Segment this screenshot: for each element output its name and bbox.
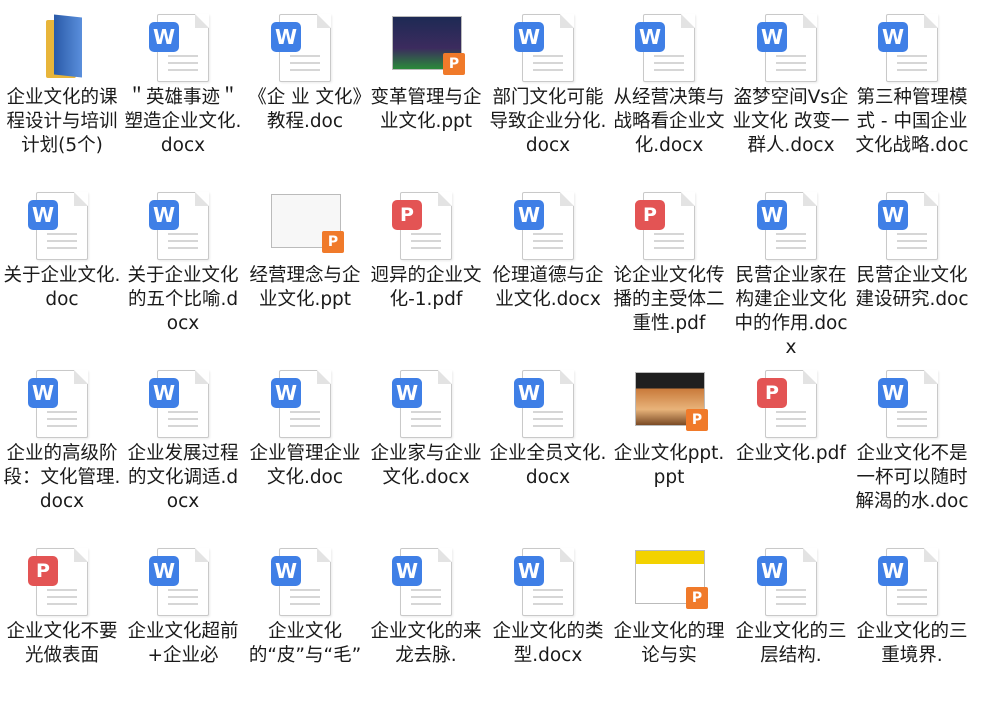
word-file-icon: W <box>271 548 337 622</box>
pdf-file-icon: P <box>635 192 701 266</box>
file-item[interactable]: W 企业管理企业文化.doc <box>245 356 365 534</box>
word-file-icon: W <box>878 370 944 444</box>
file-name-label: 变革管理与企业文化.ppt <box>370 87 482 132</box>
file-name-label: 企业文化的三层结构. <box>735 621 847 666</box>
file-name-label: 企业文化超前+企业必 <box>127 621 239 666</box>
file-item[interactable]: W 企业文化的“皮”与“毛” <box>245 534 365 712</box>
word-file-icon: W <box>514 548 580 622</box>
file-item[interactable]: P 企业文化.pdf <box>731 356 851 534</box>
file-name-label: 盗梦空间Vs企业文化 改变一群人.docx <box>732 87 850 156</box>
file-name-label: 迥异的企业文化-1.pdf <box>370 265 482 310</box>
word-file-icon: W <box>635 14 701 88</box>
word-file-icon: W <box>271 370 337 444</box>
file-item[interactable]: P 变革管理与企业文化.ppt <box>366 0 486 178</box>
file-name-label: 企业发展过程的文化调适.docx <box>127 443 239 512</box>
file-item[interactable]: W 关于企业文化.doc <box>2 178 122 356</box>
word-file-icon: W <box>878 192 944 266</box>
file-item[interactable]: W 企业文化的类型.docx <box>488 534 608 712</box>
word-file-icon: W <box>149 548 215 622</box>
file-name-label: 企业文化.pdf <box>736 443 846 464</box>
ppt-thumbnail-icon: P <box>392 14 465 88</box>
file-item[interactable]: W 企业文化的三层结构. <box>731 534 851 712</box>
file-name-label: 企业文化的类型.docx <box>492 621 604 666</box>
word-file-icon: W <box>149 192 215 266</box>
file-item[interactable]: W 企业文化超前+企业必 <box>123 534 243 712</box>
file-name-label: 经营理念与企业文化.ppt <box>249 265 361 310</box>
file-item[interactable]: W 伦理道德与企业文化.docx <box>488 178 608 356</box>
file-name-label: 企业文化的三重境界. <box>856 621 968 666</box>
pdf-file-icon: P <box>392 192 458 266</box>
file-item[interactable]: W 企业文化的三重境界. <box>852 534 972 712</box>
file-name-label: 《企 业 文化》教程.doc <box>248 87 362 132</box>
file-item[interactable]: P 经营理念与企业文化.ppt <box>245 178 365 356</box>
file-name-label: 企业全员文化.docx <box>489 443 607 488</box>
file-item[interactable]: W 企业发展过程的文化调适.docx <box>123 356 243 534</box>
word-file-icon: W <box>28 370 94 444</box>
file-item[interactable]: W 企业家与企业文化.docx <box>366 356 486 534</box>
file-name-label: 从经营决策与战略看企业文化.docx <box>613 87 725 156</box>
file-name-label: 企业文化不是一杯可以随时解渴的水.doc <box>855 443 969 512</box>
word-file-icon: W <box>878 14 944 88</box>
word-file-icon: W <box>757 548 823 622</box>
file-item[interactable]: P 企业文化不要光做表面 <box>2 534 122 712</box>
word-file-icon: W <box>149 370 215 444</box>
file-name-label: 伦理道德与企业文化.docx <box>492 265 604 310</box>
file-item[interactable]: P 论企业文化传播的主受体二重性.pdf <box>609 178 729 356</box>
file-item[interactable]: W 关于企业文化的五个比喻.docx <box>123 178 243 356</box>
file-name-label: 关于企业文化的五个比喻.docx <box>127 265 239 334</box>
file-item[interactable]: W 民营企业家在构建企业文化中的作用.docx <box>731 178 851 358</box>
file-item[interactable]: W 部门文化可能导致企业分化.docx <box>488 0 608 178</box>
file-name-label: 企业的高级阶段：文化管理.docx <box>3 443 121 512</box>
file-name-label: 民营企业家在构建企业文化中的作用.docx <box>734 265 848 358</box>
file-name-label: 企业文化的课程设计与培训计划(5个) <box>6 87 118 156</box>
file-name-label: 论企业文化传播的主受体二重性.pdf <box>613 265 725 334</box>
file-item[interactable]: P 迥异的企业文化-1.pdf <box>366 178 486 356</box>
word-file-icon: W <box>392 548 458 622</box>
word-file-icon: W <box>149 14 215 88</box>
file-item[interactable]: W 《企 业 文化》教程.doc <box>245 0 365 178</box>
ppt-thumbnail-icon: P <box>271 192 344 266</box>
word-file-icon: W <box>392 370 458 444</box>
word-file-icon: W <box>878 548 944 622</box>
file-grid: 企业文化的课程设计与培训计划(5个) W ＂英雄事迹＂塑造企业文化.docx W 《企 … <box>0 0 993 666</box>
file-name-label: 企业文化不要光做表面 <box>6 621 118 666</box>
file-item[interactable]: P 企业文化的理论与实 <box>609 534 729 712</box>
file-item[interactable]: W 企业的高级阶段：文化管理.docx <box>2 356 122 534</box>
file-name-label: 关于企业文化.doc <box>3 265 121 310</box>
ppt-thumbnail-icon: P <box>635 370 708 444</box>
ppt-thumbnail-icon: P <box>635 548 708 622</box>
folder-icon <box>28 14 94 88</box>
file-item[interactable]: W 企业文化的来龙去脉. <box>366 534 486 712</box>
file-item[interactable]: W ＂英雄事迹＂塑造企业文化.docx <box>123 0 243 178</box>
file-name-label: 企业管理企业文化.doc <box>249 443 361 488</box>
file-name-label: 企业家与企业文化.docx <box>370 443 482 488</box>
file-item[interactable]: W 企业文化不是一杯可以随时解渴的水.doc <box>852 356 972 534</box>
word-file-icon: W <box>757 192 823 266</box>
file-item[interactable]: W 企业全员文化.docx <box>488 356 608 534</box>
word-file-icon: W <box>514 192 580 266</box>
word-file-icon: W <box>28 192 94 266</box>
file-item[interactable]: P 企业文化ppt.ppt <box>609 356 729 534</box>
word-file-icon: W <box>271 14 337 88</box>
file-item[interactable]: W 盗梦空间Vs企业文化 改变一群人.docx <box>731 0 851 178</box>
file-name-label: ＂英雄事迹＂塑造企业文化.docx <box>124 87 242 156</box>
file-name-label: 企业文化ppt.ppt <box>613 443 725 488</box>
file-name-label: 企业文化的“皮”与“毛” <box>248 621 362 666</box>
file-item[interactable]: W 从经营决策与战略看企业文化.docx <box>609 0 729 178</box>
file-name-label: 部门文化可能导致企业分化.docx <box>489 87 607 156</box>
file-name-label: 企业文化的理论与实 <box>613 621 725 666</box>
word-file-icon: W <box>514 14 580 88</box>
file-name-label: 民营企业文化建设研究.doc <box>855 265 969 310</box>
word-file-icon: W <box>757 14 823 88</box>
file-name-label: 第三种管理模式 - 中国企业文化战略.doc <box>855 87 969 156</box>
file-item[interactable]: W 民营企业文化建设研究.doc <box>852 178 972 356</box>
file-item[interactable]: W 第三种管理模式 - 中国企业文化战略.doc <box>852 0 972 178</box>
file-name-label: 企业文化的来龙去脉. <box>370 621 482 666</box>
pdf-file-icon: P <box>28 548 94 622</box>
word-file-icon: W <box>514 370 580 444</box>
file-item[interactable]: 企业文化的课程设计与培训计划(5个) <box>2 0 122 178</box>
pdf-file-icon: P <box>757 370 823 444</box>
